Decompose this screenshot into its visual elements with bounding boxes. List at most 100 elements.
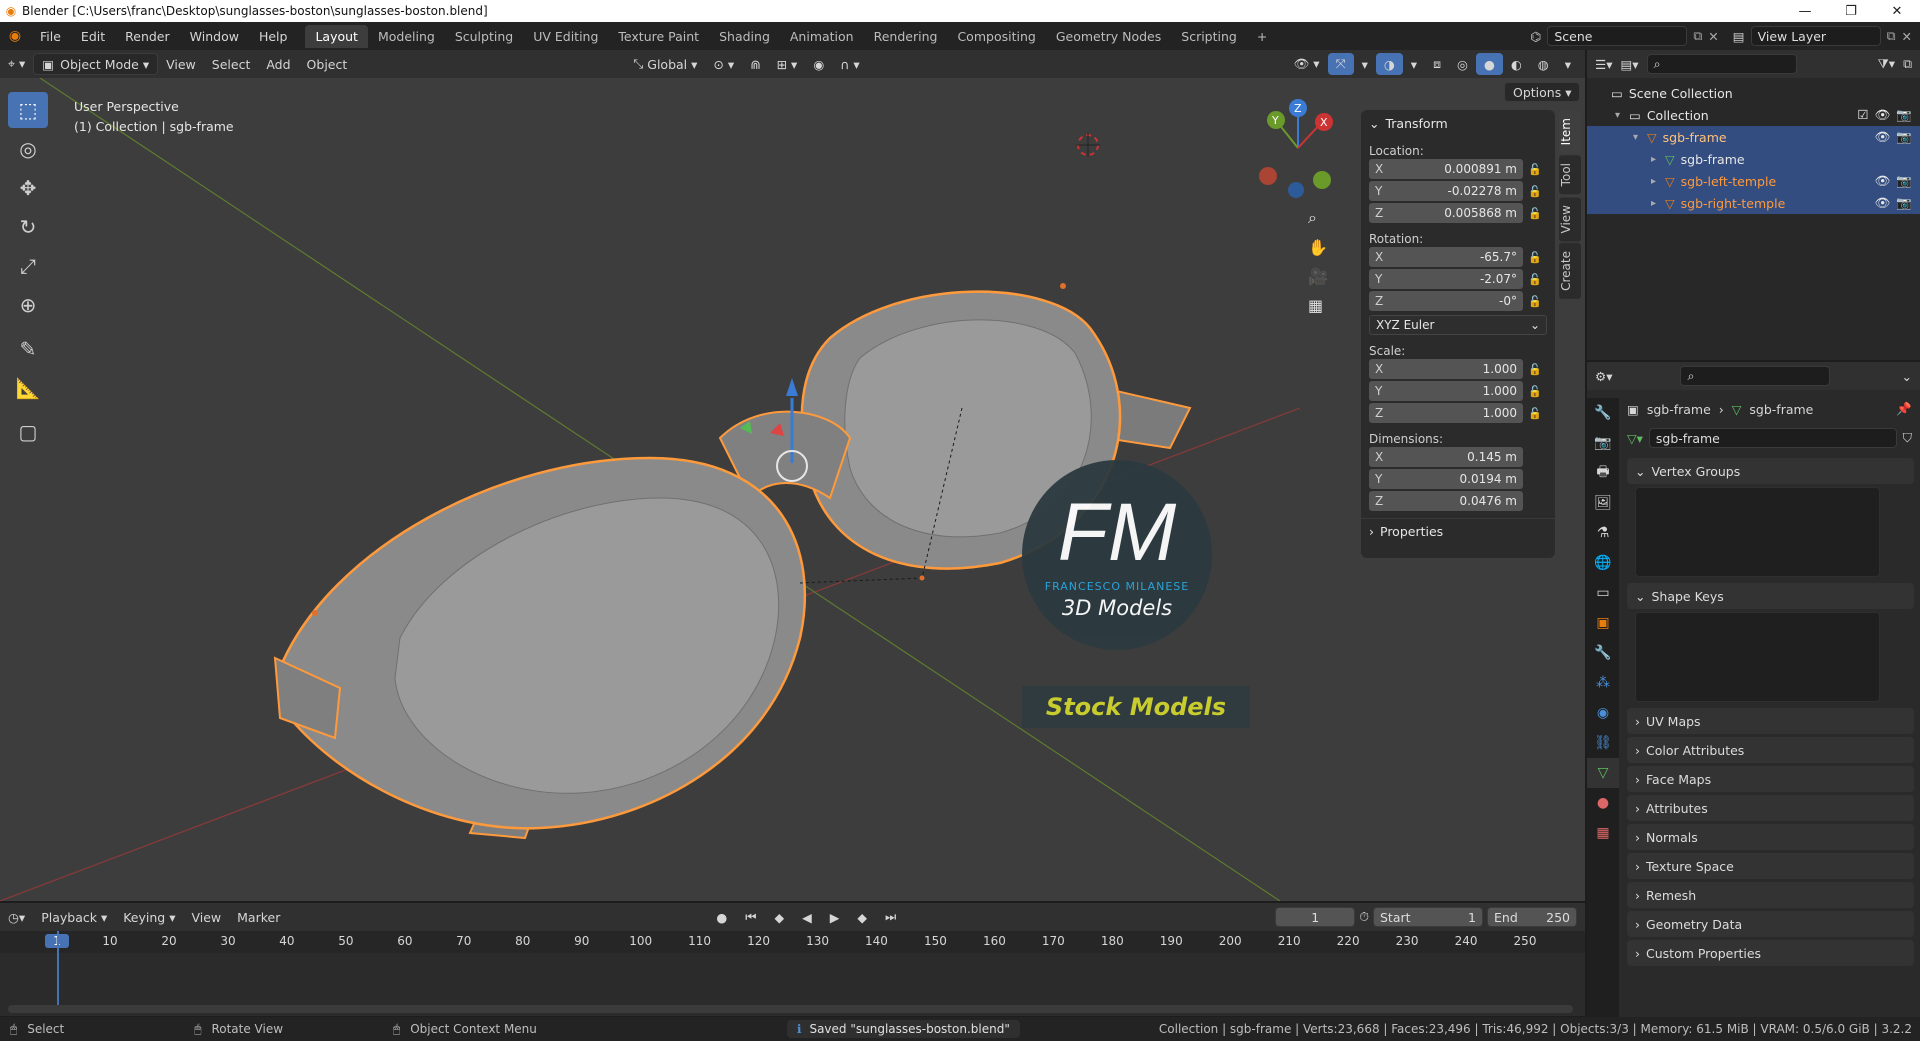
view-layer-selector[interactable]: View Layer [1750,26,1881,46]
wireframe-shading-icon[interactable]: ◎ [1449,53,1476,75]
vertex-groups-list[interactable] [1635,487,1880,577]
blender-menu-icon[interactable]: ◉ [0,28,30,44]
solid-shading-icon[interactable]: ● [1475,53,1503,75]
outliner-search[interactable]: ⌕ [1646,54,1797,74]
mesh-browse-icon[interactable]: ▽▾ [1627,431,1643,446]
snap-toggle-icon[interactable]: ⋒ [742,53,768,75]
camera-view-icon[interactable]: 🎥 [1308,267,1328,286]
minimize-button[interactable]: — [1782,4,1828,19]
menu-render[interactable]: Render [115,29,180,44]
current-frame-field[interactable]: 1 [1275,907,1356,927]
location-field[interactable]: Y -0.02278 m [1369,181,1523,201]
properties-section[interactable]: › Color Attributes [1627,737,1914,763]
menu-keying[interactable]: Keying ▾ [115,906,183,928]
lock-icon[interactable]: 🔓 [1523,185,1547,198]
status-report[interactable]: ℹ Saved "sunglasses-boston.blend" [786,1020,1020,1038]
playhead[interactable] [57,931,59,1009]
lock-icon[interactable]: 🔓 [1523,273,1547,286]
properties-section[interactable]: › Geometry Data [1627,911,1914,937]
outliner-item[interactable]: ▸ ▽ sgb-frame [1587,148,1920,170]
camera-render-icon[interactable]: 📷 [1896,173,1912,189]
menu-edit[interactable]: Edit [71,29,115,44]
expand-icon[interactable]: ▸ [1651,154,1665,165]
properties-section[interactable]: › Custom Properties [1627,940,1914,966]
menu-window[interactable]: Window [180,29,249,44]
properties-section[interactable]: › Texture Space [1627,853,1914,879]
snap-target-icon[interactable]: ⊞ ▾ [769,53,806,75]
rotate-tool-icon[interactable]: ↻ [8,209,48,245]
vertex-groups-section[interactable]: ⌄ Vertex Groups [1627,458,1914,484]
start-frame-field[interactable]: Start 1 [1373,907,1483,927]
delete-view-layer-icon[interactable]: ✕ [1902,29,1912,44]
properties-search[interactable]: ⌕ [1680,366,1831,386]
menu-object[interactable]: Object [299,53,356,75]
camera-render-icon[interactable]: 📷 [1896,107,1912,123]
editor-type-icon[interactable]: ⌖ ▾ [0,53,33,75]
tab-geometry-nodes[interactable]: Geometry Nodes [1046,25,1171,48]
dimensions-field[interactable]: Z 0.0476 m [1369,491,1523,511]
jump-end-icon[interactable]: ⏭ [877,906,904,928]
zoom-icon[interactable]: ⌕ [1308,208,1328,228]
eye-icon[interactable]: 👁 [1875,195,1891,211]
location-field[interactable]: X 0.000891 m [1369,159,1523,179]
material-shading-icon[interactable]: ◐ [1503,53,1530,75]
shape-keys-section[interactable]: ⌄ Shape Keys [1627,583,1914,609]
lock-icon[interactable]: 🔓 [1523,385,1547,398]
camera-render-icon[interactable]: 📷 [1896,129,1912,145]
maximize-button[interactable]: ❐ [1828,4,1874,19]
chevron-down-icon[interactable]: ⌄ [1902,369,1912,384]
outliner-item[interactable]: ▾ ▭ Collection ☑ 👁 📷 [1587,104,1920,126]
menu-marker[interactable]: Marker [229,906,288,928]
dimensions-field[interactable]: X 0.145 m [1369,447,1523,467]
stopwatch-icon[interactable]: ⏱ [1359,909,1369,925]
timeline-ruler[interactable]: 1102030405060708090100110120130140150160… [0,931,1585,953]
cursor-tool-icon[interactable]: ◎ [8,131,48,167]
lock-icon[interactable]: 🔓 [1523,407,1547,420]
tab-modeling[interactable]: Modeling [368,25,445,48]
scene-icon[interactable]: ⌬ [1530,29,1541,44]
select-box-tool-icon[interactable]: ⬚ [8,92,48,128]
properties-section[interactable]: › UV Maps [1627,708,1914,734]
rotation-mode-dropdown[interactable]: XYZ Euler ⌄ [1369,315,1547,335]
lock-icon[interactable]: 🔓 [1523,207,1547,220]
outliner-item[interactable]: ▭ Scene Collection [1587,82,1920,104]
new-collection-icon[interactable]: ⧉ [1903,56,1912,72]
tab-create[interactable]: Create [1559,243,1581,299]
properties-section[interactable]: › Face Maps [1627,766,1914,792]
menu-select[interactable]: Select [204,53,259,75]
tab-layout[interactable]: Layout [305,24,368,48]
menu-add[interactable]: Add [258,53,298,75]
outliner-editor-icon[interactable]: ☰▾ [1595,57,1612,72]
rotation-field[interactable]: Z -0° [1369,291,1523,311]
tab-compositing[interactable]: Compositing [947,25,1045,48]
nav-neg-z-icon[interactable] [1288,182,1304,198]
menu-playback[interactable]: Playback ▾ [33,906,115,928]
timeline-body[interactable]: 1102030405060708090100110120130140150160… [0,931,1585,1016]
tab-scripting[interactable]: Scripting [1171,25,1247,48]
shading-menu-icon[interactable]: ▾ [1557,53,1579,75]
mesh-name-field[interactable]: sgb-frame [1648,428,1897,448]
tab-uv-editing[interactable]: UV Editing [523,25,608,48]
outliner-item[interactable]: ▸ ▽ sgb-left-temple 👁 📷 [1587,170,1920,192]
display-mode-icon[interactable]: ▤▾ [1620,57,1638,72]
tool-tab-icon[interactable]: 🔧 [1587,398,1619,428]
menu-help[interactable]: Help [249,29,298,44]
timeline-editor-icon[interactable]: ◷▾ [0,906,33,928]
tab-view[interactable]: View [1559,196,1581,242]
gizmo-toggle-icon[interactable]: ⤧ [1327,53,1354,75]
overlay-menu-icon[interactable]: ▾ [1403,53,1425,75]
next-keyframe-icon[interactable]: ◆ [849,906,875,928]
record-icon[interactable]: ● [708,906,735,928]
transform-panel-header[interactable]: ⌄ Transform [1361,110,1555,136]
nav-neg-y-icon[interactable] [1313,171,1331,189]
scale-field[interactable]: Z 1.000 [1369,403,1523,423]
pivot-point-icon[interactable]: ⊙ ▾ [705,53,742,75]
tab-animation[interactable]: Animation [780,25,864,48]
prev-keyframe-icon[interactable]: ◆ [767,906,793,928]
move-tool-icon[interactable]: ✥ [8,170,48,206]
xray-toggle-icon[interactable]: ⧈ [1425,53,1449,75]
play-icon[interactable]: ▶ [822,906,848,928]
transform-orientation[interactable]: ⤡ Global ▾ [625,53,705,75]
new-view-layer-icon[interactable]: ⧉ [1887,28,1896,44]
rotation-field[interactable]: X -65.7° [1369,247,1523,267]
